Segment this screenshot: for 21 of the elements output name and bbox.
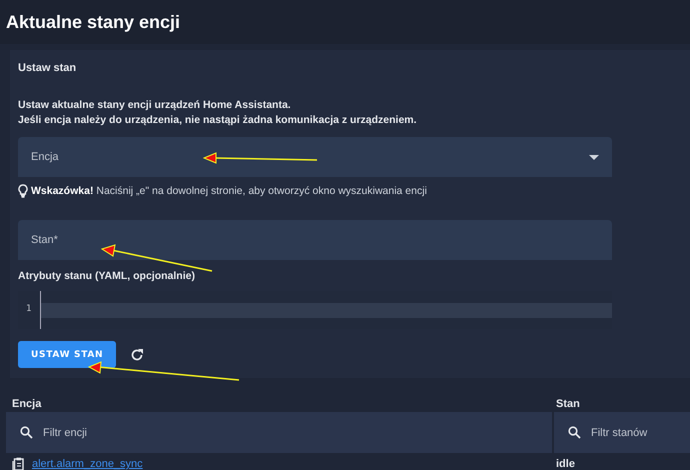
entity-link[interactable]: alert.alarm_zone_sync bbox=[32, 458, 143, 470]
attributes-label: Atrybuty stanu (YAML, opcjonalnie) bbox=[18, 270, 196, 282]
card-title: Ustaw stan bbox=[18, 62, 78, 74]
hint-text: Wskazówka! Naciśnij „e" na dowolnej stronie, aby otworzyć okno wyszukiwania encji bbox=[31, 185, 427, 197]
lightbulb-icon bbox=[18, 184, 28, 198]
refresh-icon[interactable] bbox=[130, 348, 144, 362]
search-icon bbox=[568, 426, 581, 439]
page-title: Aktualne stany encji bbox=[6, 12, 180, 32]
set-state-button[interactable]: USTAW STAN bbox=[18, 341, 116, 368]
column-header: Encja bbox=[12, 398, 42, 410]
clipboard-icon[interactable] bbox=[12, 457, 24, 470]
state-input-field[interactable]: Stan* bbox=[18, 220, 612, 260]
filter-field[interactable]: Filtr stanów bbox=[554, 412, 690, 453]
search-icon bbox=[20, 426, 33, 439]
line-number: 1 bbox=[26, 304, 32, 314]
column-header: Stan bbox=[556, 398, 580, 410]
entity-dropdown[interactable]: Encja bbox=[18, 137, 612, 177]
description: Ustaw aktualne stany encji urządzeń Home Assistanta. Jeśli encja należy do urządzenia, nie nastąpi żadna komunikacja z urządzeniem. bbox=[18, 98, 418, 128]
caret-icon bbox=[589, 154, 599, 160]
state-value: idle bbox=[556, 458, 575, 470]
filter-field[interactable]: Filtr encji bbox=[6, 412, 552, 453]
